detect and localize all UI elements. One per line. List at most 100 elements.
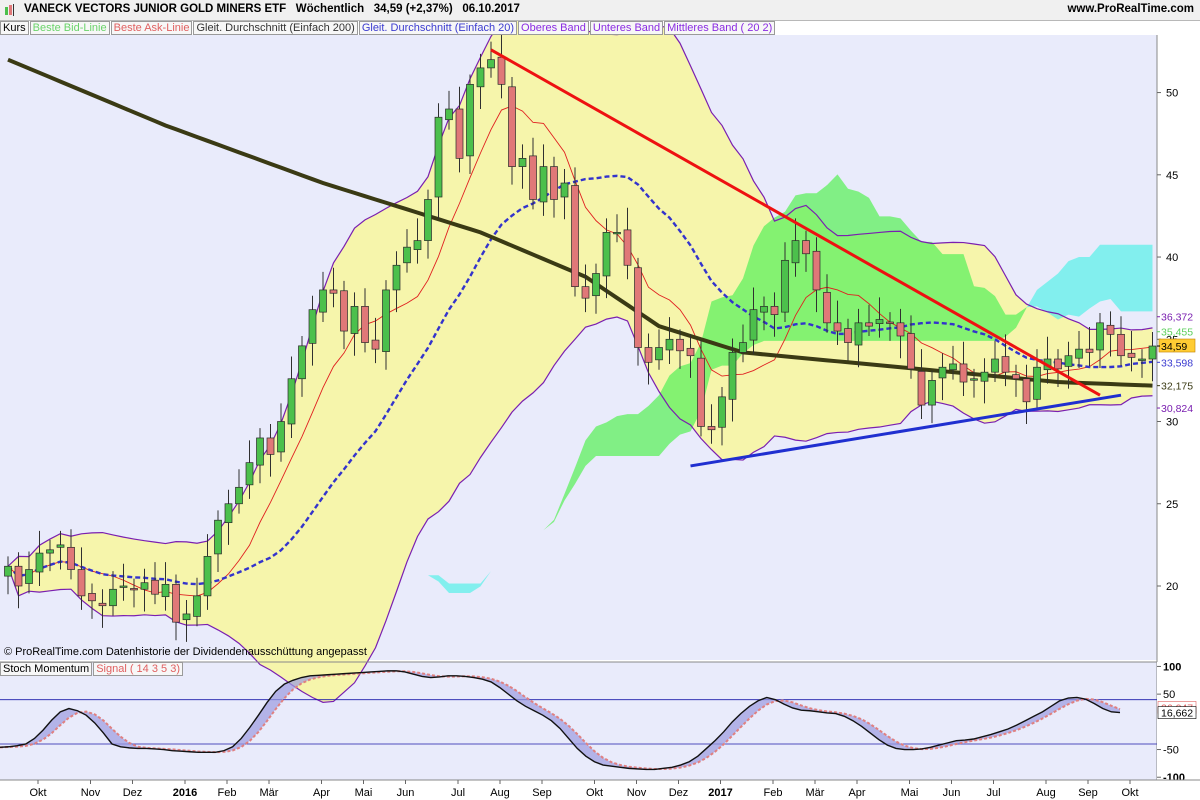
- stoch-value-label: 16,662: [1161, 708, 1193, 720]
- cloud-segment: [837, 174, 848, 341]
- candle-body: [77, 569, 86, 597]
- candle-body: [529, 155, 537, 200]
- candle-body: [203, 556, 212, 597]
- time-tick-label: Okt: [586, 787, 603, 799]
- time-tick-label: Mai: [901, 787, 919, 799]
- candle-body: [371, 339, 380, 350]
- candle-body: [266, 437, 275, 455]
- candle-body: [340, 290, 348, 332]
- candle-body: [907, 333, 915, 370]
- candle-body: [151, 579, 159, 595]
- candle-body: [634, 267, 642, 348]
- cloud-segment: [606, 416, 617, 457]
- cloud-segment: [932, 241, 943, 341]
- candle-body: [613, 232, 621, 235]
- cloud-segment: [648, 395, 659, 457]
- cloud-segment: [669, 366, 680, 444]
- indicator-legend: Kurs Beste Bid-Linie Beste Ask-Linie Gle…: [0, 21, 776, 35]
- cloud-segment: [596, 422, 607, 457]
- legend-item[interactable]: Beste Ask-Linie: [110, 21, 193, 35]
- candle-body: [550, 166, 558, 200]
- time-tick-label: Aug: [490, 787, 510, 799]
- candle-body: [686, 347, 695, 357]
- candle-body: [445, 108, 453, 121]
- candle-body: [434, 116, 443, 198]
- candle-body: [182, 613, 191, 621]
- time-tick-label: Mär: [260, 787, 279, 799]
- candle-body: [256, 437, 264, 466]
- legend-item[interactable]: Kurs: [0, 21, 29, 35]
- candle-body: [497, 56, 506, 85]
- legend-item[interactable]: Oberes Band: [518, 21, 589, 35]
- candle-body: [245, 462, 254, 486]
- legend-item[interactable]: Mittleres Band ( 20 2): [664, 21, 776, 35]
- time-tick-label: Sep: [1078, 787, 1098, 799]
- price-tick-label: 25: [1166, 499, 1178, 511]
- legend-item[interactable]: Stoch Momentum: [0, 662, 93, 676]
- time-tick-label: 2016: [173, 787, 197, 799]
- candle-body: [14, 565, 23, 587]
- candle-body: [455, 108, 464, 159]
- candle-body: [875, 319, 884, 325]
- legend-item[interactable]: Unteres Band: [589, 21, 664, 35]
- candle-body: [413, 240, 422, 250]
- candle-body: [655, 347, 663, 361]
- candle-body: [161, 583, 170, 598]
- candle-body: [98, 602, 107, 607]
- candle-body: [781, 259, 789, 313]
- cloud-segment: [858, 191, 869, 341]
- instrument-name: VANECK VECTORS JUNIOR GOLD MINERS ETF: [24, 3, 287, 15]
- legend-item[interactable]: Gleit. Durchschnitt (Einfach 200): [193, 21, 358, 35]
- candle-body: [1012, 374, 1020, 380]
- time-tick-label: Mär: [806, 787, 825, 799]
- candle-body: [35, 552, 44, 573]
- legend-item[interactable]: Gleit. Durchschnitt (Einfach 20): [358, 21, 518, 35]
- price-value-label: 32,175: [1161, 381, 1193, 393]
- candle-body: [959, 363, 968, 383]
- legend-item[interactable]: Signal ( 14 3 5 3): [93, 662, 183, 676]
- candle-body: [728, 352, 737, 400]
- candle-body: [361, 306, 369, 343]
- candle-body: [88, 593, 96, 602]
- stoch-tick-label: 100: [1163, 661, 1181, 673]
- candle-body: [1075, 348, 1083, 359]
- candle-body: [287, 378, 296, 425]
- candle-body: [718, 396, 726, 428]
- time-tick-label: Aug: [1036, 787, 1056, 799]
- cloud-segment: [848, 188, 859, 341]
- candle-body: [235, 486, 243, 505]
- period-label: Wöchentlich: [295, 3, 365, 15]
- candle-body: [676, 338, 684, 352]
- candle-body: [466, 83, 474, 157]
- candle-body: [854, 322, 863, 346]
- time-tick-label: Okt: [1121, 787, 1138, 799]
- candle-body: [1064, 355, 1073, 367]
- time-tick-label: Sep: [532, 787, 552, 799]
- candle-body: [739, 342, 747, 353]
- site-link[interactable]: www.ProRealTime.com: [1067, 3, 1194, 15]
- candle-body: [581, 286, 590, 299]
- cloud-segment: [711, 297, 722, 370]
- price-value-label: 30,824: [1161, 403, 1193, 415]
- candle-body: [802, 240, 810, 255]
- candle-body: [1148, 345, 1157, 360]
- candle-body: [308, 309, 317, 344]
- time-tick-label: 2017: [708, 787, 732, 799]
- candle-body: [25, 569, 33, 584]
- stoch-axis-bg: [1157, 662, 1200, 780]
- price-chart[interactable]: 20253035404550 36,37235,45534,5933,59832…: [0, 0, 1200, 800]
- candle-body: [980, 371, 989, 382]
- candle-body: [665, 338, 674, 351]
- candle-body: [760, 306, 768, 313]
- price-value-label: 35,455: [1161, 327, 1193, 339]
- candle-body: [539, 166, 548, 203]
- time-tick-label: Okt: [29, 787, 46, 799]
- time-tick-label: Dez: [669, 787, 689, 799]
- candle-body: [949, 363, 957, 371]
- cloud-segment: [638, 405, 649, 457]
- candle-body: [214, 519, 222, 555]
- candle-body: [1117, 333, 1125, 357]
- cloud-segment: [942, 254, 953, 341]
- legend-item[interactable]: Beste Bid-Linie: [29, 21, 110, 35]
- candle-body: [1054, 358, 1062, 370]
